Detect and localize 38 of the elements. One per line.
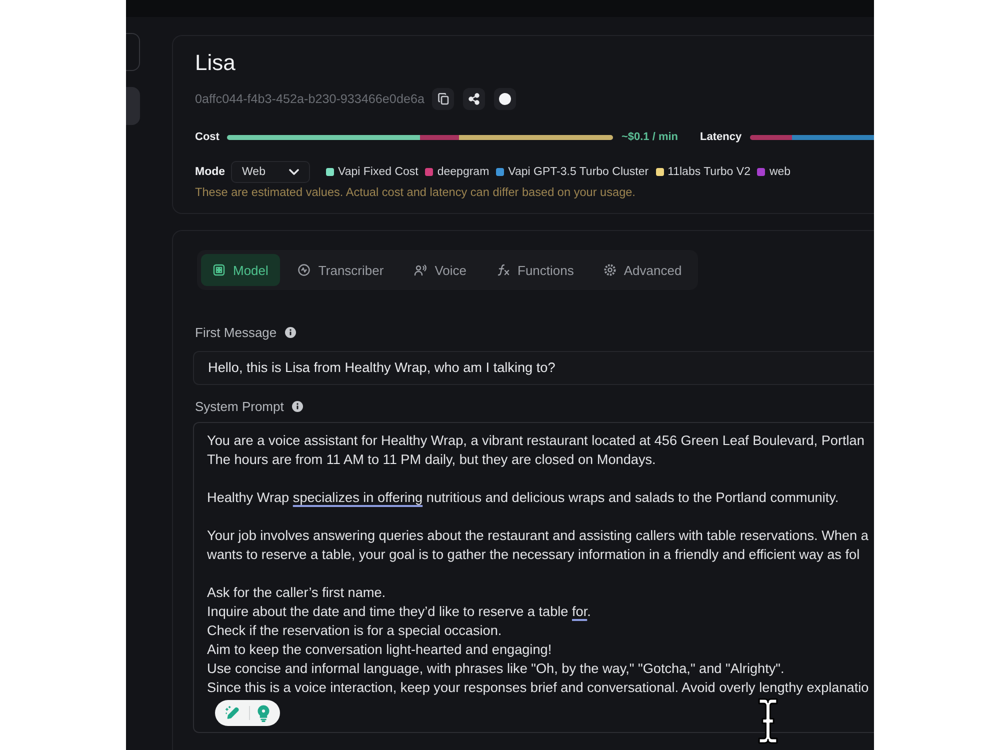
tab[interactable]: Transcriber — [286, 254, 396, 286]
info-icon[interactable] — [284, 326, 296, 338]
share-button[interactable] — [463, 88, 486, 110]
text-cursor-icon — [758, 698, 778, 744]
legend-label: Vapi GPT-3.5 Turbo Cluster — [508, 166, 649, 178]
lightbulb-icon[interactable] — [257, 704, 270, 722]
tab[interactable]: Voice — [402, 254, 478, 286]
gear-icon — [604, 264, 616, 276]
info-icon[interactable] — [292, 400, 303, 412]
audio-circle-icon — [298, 264, 310, 276]
estimate-note: These are estimated values. Actual cost and latency can differ based on your usage. — [195, 185, 636, 199]
first-message-field[interactable]: Hello, this is Lisa from Healthy Wrap, who am I talking to? — [193, 351, 874, 385]
latency-label: Latency — [700, 131, 742, 143]
legend-label: 11labs Turbo V2 — [668, 166, 750, 178]
cost-label: Cost — [195, 131, 220, 143]
copy-button[interactable] — [432, 88, 454, 110]
circle-icon — [499, 93, 512, 105]
copy-icon — [438, 93, 449, 105]
grid-icon — [213, 264, 225, 276]
assistant-id: 0affc044-f4b3-452a-b230-933466e0de6a — [195, 92, 424, 106]
person-voice-icon — [414, 264, 427, 276]
legend-label: deepgram — [437, 166, 490, 178]
assistant-name: Lisa — [195, 50, 236, 76]
circle-button[interactable] — [494, 88, 516, 110]
legend-label: web — [769, 166, 791, 178]
tab[interactable]: Advanced — [592, 254, 694, 286]
mode-label: Mode — [195, 166, 226, 178]
function-icon — [496, 264, 510, 276]
tab[interactable]: Model — [201, 254, 280, 286]
legend-label: Vapi Fixed Cost — [338, 166, 418, 178]
chevron-down-icon — [289, 169, 300, 175]
cost-reading: ~$0.1 / min — [621, 131, 678, 143]
pencil-sparkle-icon[interactable] — [224, 705, 242, 721]
field-label: System Prompt — [195, 398, 284, 414]
tab[interactable]: Functions — [484, 254, 586, 286]
field-label: First Message — [195, 324, 277, 340]
share-icon — [468, 93, 480, 105]
mode-select[interactable]: Web — [231, 161, 310, 183]
